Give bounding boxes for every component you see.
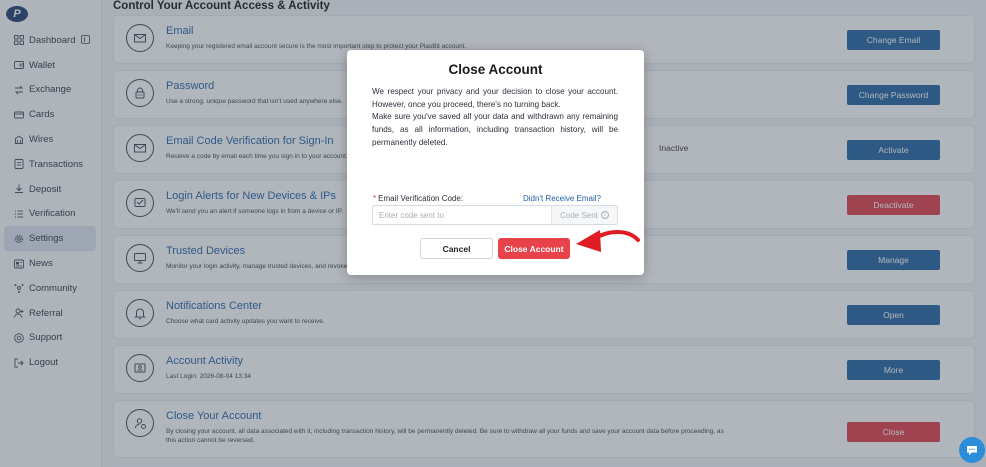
chat-widget-button[interactable] bbox=[959, 437, 985, 463]
verification-code-input[interactable] bbox=[373, 206, 551, 224]
code-sent-label: Code Sent bbox=[560, 210, 598, 220]
info-icon: i bbox=[600, 211, 609, 219]
verification-code-field: Code Sent i bbox=[372, 205, 618, 225]
code-sent-button[interactable]: Code Sent i bbox=[551, 206, 617, 224]
didnt-receive-email-link[interactable]: Didn't Receive Email? bbox=[523, 194, 601, 203]
modal-paragraph: Make sure you've saved all your data and… bbox=[372, 112, 618, 147]
close-account-button[interactable]: Close Account bbox=[498, 238, 570, 259]
modal-paragraph: We respect your privacy and your decisio… bbox=[372, 87, 618, 109]
field-label-text: Email Verification Code: bbox=[378, 194, 464, 203]
chat-icon bbox=[967, 446, 977, 455]
cancel-button[interactable]: Cancel bbox=[420, 238, 493, 259]
verification-code-label: * Email Verification Code: bbox=[373, 194, 463, 203]
red-arrow-annotation-icon bbox=[576, 230, 640, 252]
required-marker: * bbox=[373, 194, 377, 203]
modal-body: We respect your privacy and your decisio… bbox=[372, 86, 618, 150]
modal-title: Close Account bbox=[448, 62, 543, 77]
